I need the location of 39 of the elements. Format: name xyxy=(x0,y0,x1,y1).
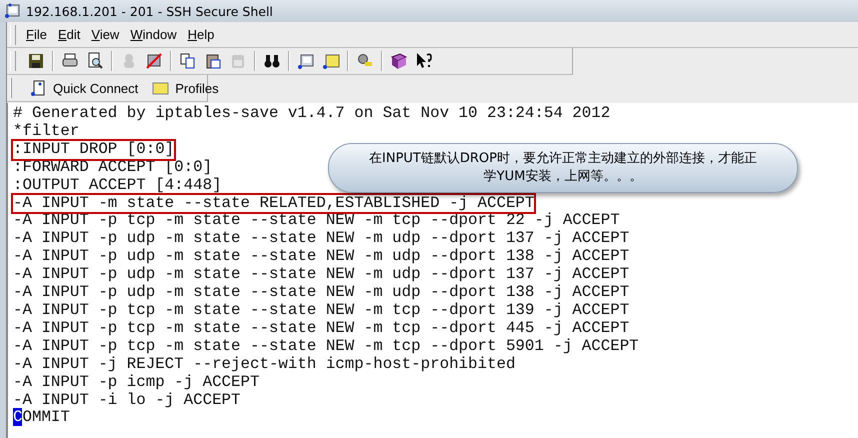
callout-text: 在INPUT链默认DROP时，要允许正常主动建立的外部连接，才能正学YUM安装，上网等。。。 xyxy=(368,150,758,186)
terminal-line: -A INPUT -p udp -m state --state NEW -m udp --dport 137 -j ACCEPT xyxy=(13,266,630,284)
terminal-line: -A INPUT -j REJECT --reject-with icmp-host-prohibited xyxy=(13,356,516,374)
terminal-line: :INPUT DROP [0:0] xyxy=(13,140,174,159)
binoculars-icon xyxy=(263,52,281,70)
terminal-line: -A INPUT -p tcp -m state --state NEW -m tcp --dport 445 -j ACCEPT xyxy=(13,320,630,338)
menu-item[interactable]: Edit xyxy=(54,25,88,44)
terminal-line: -A INPUT -i lo -j ACCEPT xyxy=(13,392,241,410)
terminal-icon xyxy=(4,3,20,19)
terminal-line: *filter xyxy=(13,122,80,141)
terminal-line: -A INPUT -p tcp -m state --state NEW -m tcp --dport 5901 -j ACCEPT xyxy=(13,338,639,356)
terminal-line: :OUTPUT ACCEPT [4:448] xyxy=(13,176,222,195)
document-icon xyxy=(30,80,47,96)
terminal-line: -A INPUT -p icmp -j ACCEPT xyxy=(13,374,260,392)
save-icon xyxy=(27,52,45,70)
terminal-line: -A INPUT -p udp -m state --state NEW -m udp --dport 138 -j ACCEPT xyxy=(13,248,630,266)
profiles-button[interactable]: Profiles xyxy=(150,78,221,98)
terminal-line: # Generated by iptables-save v1.4.7 on Sat Nov 10 23:24:54 2012 xyxy=(13,105,610,123)
disconnect-icon xyxy=(145,52,163,70)
terminal-line: -A INPUT -p tcp -m state --state NEW -m tcp --dport 139 -j ACCEPT xyxy=(13,302,630,320)
folder-icon xyxy=(322,52,340,70)
terminal-line: -A INPUT -p udp -m state --state NEW -m udp --dport 138 -j ACCEPT xyxy=(13,284,630,302)
copy-icon xyxy=(179,52,197,70)
terminal-icon xyxy=(297,52,315,70)
menu-item[interactable]: Window xyxy=(126,25,184,44)
quick-connect-button[interactable]: Quick Connect xyxy=(28,78,140,98)
window-title: 192.168.1.201 - 201 - SSH Secure Shell xyxy=(26,4,273,18)
menu-item[interactable]: File xyxy=(22,25,54,44)
terminal-area[interactable] xyxy=(7,103,858,438)
terminal-line: COMMIT xyxy=(13,409,70,428)
paste-icon xyxy=(204,52,222,70)
folder-icon xyxy=(152,80,170,96)
clipboard-icon xyxy=(229,52,247,70)
menu-item[interactable]: Help xyxy=(184,25,222,44)
print-preview-icon xyxy=(86,52,104,70)
menu-item[interactable]: View xyxy=(87,25,126,44)
terminal-line: -A INPUT -p udp -m state --state NEW -m udp --dport 137 -j ACCEPT xyxy=(13,230,630,248)
help-pointer-icon xyxy=(415,52,433,70)
terminal-line: -A INPUT -m state --state RELATED,ESTABLISHED -j ACCEPT xyxy=(13,194,534,212)
